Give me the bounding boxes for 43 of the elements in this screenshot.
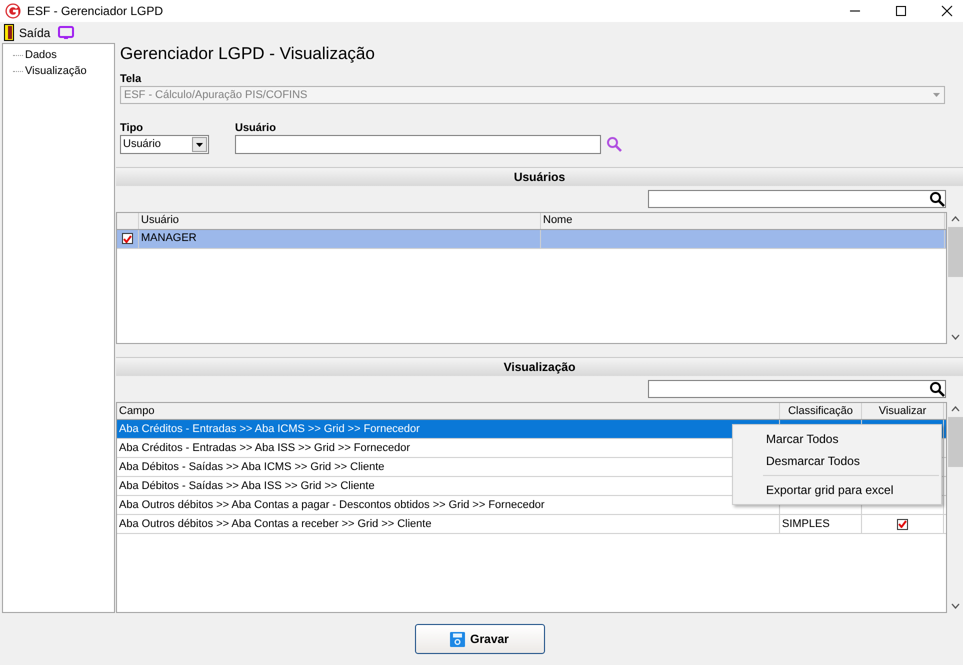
table-row[interactable]: MANAGER bbox=[117, 230, 946, 249]
scroll-down-icon bbox=[950, 603, 960, 609]
tree-item[interactable]: Dados bbox=[25, 49, 57, 61]
save-button[interactable]: Gravar bbox=[414, 624, 544, 654]
tree-item[interactable]: Visualização bbox=[25, 65, 87, 77]
column-header: Usuário bbox=[139, 212, 541, 229]
column-header: Campo bbox=[117, 403, 780, 420]
close-icon bbox=[941, 5, 953, 17]
column-header: Nome bbox=[541, 212, 945, 229]
table-row[interactable]: Aba Outros débitos >> Aba Contas a receber >> Grid >> Cliente SIMPLES bbox=[117, 515, 946, 534]
search-icon bbox=[929, 190, 945, 207]
scroll-up-icon bbox=[950, 406, 960, 412]
table-cell: SIMPLES bbox=[780, 515, 862, 534]
checkbox[interactable] bbox=[897, 518, 908, 530]
section-header: Visualização bbox=[116, 357, 963, 376]
scroll-up-icon bbox=[950, 216, 960, 222]
user-input-field[interactable] bbox=[235, 134, 601, 154]
checkbox[interactable] bbox=[122, 233, 133, 244]
field-label: Tipo bbox=[120, 120, 144, 135]
search-field[interactable] bbox=[648, 380, 946, 398]
search-icon bbox=[606, 136, 622, 152]
scroll-thumb[interactable] bbox=[948, 417, 962, 468]
search-icon bbox=[929, 381, 945, 398]
section-header: Usuários bbox=[116, 166, 963, 186]
type-dropdown[interactable]: Usuário bbox=[120, 134, 209, 154]
monitor-icon bbox=[58, 26, 74, 40]
checkmark-icon bbox=[123, 234, 132, 243]
table-cell: MANAGER bbox=[139, 230, 541, 248]
window-title: ESF - Gerenciador LGPD bbox=[27, 4, 164, 18]
app-logo-icon bbox=[5, 3, 21, 19]
table-cell: Aba Outros débitos >> Aba Contas a receber >> Grid >> Cliente bbox=[117, 515, 780, 534]
page-heading: Gerenciador LGPD - Visualização bbox=[119, 43, 376, 65]
checkmark-icon bbox=[898, 520, 907, 528]
search-field[interactable] bbox=[648, 190, 946, 208]
exit-button[interactable]: Saída bbox=[4, 24, 50, 41]
field-label: Usuário bbox=[235, 120, 277, 135]
field-label: Tela bbox=[120, 72, 142, 86]
door-icon bbox=[4, 24, 14, 41]
column-header: Classificação bbox=[780, 403, 862, 420]
scroll-down-icon bbox=[950, 334, 960, 340]
scroll-thumb[interactable] bbox=[948, 226, 962, 277]
column-header: Visualizar bbox=[862, 403, 944, 420]
maximize-icon bbox=[895, 5, 907, 17]
